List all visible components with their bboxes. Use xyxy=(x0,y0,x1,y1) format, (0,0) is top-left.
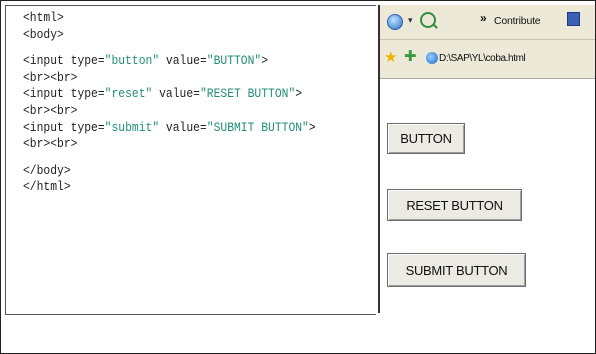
code-line: <input type="reset" value="RESET BUTTON"… xyxy=(23,86,316,103)
code-tag-end: > xyxy=(295,86,303,102)
code-attr-value: "SUBMIT BUTTON" xyxy=(206,119,309,135)
code-tag: <input type= xyxy=(23,86,105,102)
code-line: <br><br> xyxy=(23,136,316,153)
browser-toolbar: ▾ » Contribute xyxy=(380,5,595,40)
code-line: </html> xyxy=(23,179,316,196)
contribute-button[interactable]: Contribute xyxy=(494,15,541,27)
more-chevrons-icon[interactable]: » xyxy=(480,11,487,25)
code-line: <br><br> xyxy=(23,70,316,87)
code-line: <br><br> xyxy=(23,103,316,120)
screenshot-frame: <html> <body> <input type="button" value="… xyxy=(0,0,596,354)
code-text: <html> xyxy=(23,10,64,25)
code-tag-end: > xyxy=(261,53,269,69)
code-text: </html> xyxy=(23,179,71,195)
contribute-icon[interactable] xyxy=(567,12,580,26)
button-button[interactable]: BUTTON xyxy=(387,123,465,154)
code-line: </body> xyxy=(23,163,316,180)
code-text: </body> xyxy=(23,162,71,178)
code-attr: value= xyxy=(159,53,207,69)
code-attr: value= xyxy=(152,86,200,102)
code-line: <input type="submit" value="SUBMIT BUTTO… xyxy=(23,120,316,137)
code-attr-value: "RESET BUTTON" xyxy=(199,86,296,102)
code-tag: <input type= xyxy=(23,119,105,135)
dropdown-arrow-icon[interactable]: ▾ xyxy=(408,15,413,26)
back-icon[interactable] xyxy=(387,14,403,30)
code-text: <body> xyxy=(23,26,64,42)
code-listing: <html> <body> <input type="button" value="… xyxy=(23,10,316,196)
code-attr-value: "button" xyxy=(104,53,160,69)
code-tag-end: > xyxy=(308,119,316,135)
code-line: <body> xyxy=(23,27,316,44)
address-field[interactable]: D:\SAP\YL\coba.html xyxy=(439,53,526,64)
code-line: <html> xyxy=(23,10,316,27)
code-line: <input type="button" value="BUTTON"> xyxy=(23,53,316,70)
search-icon[interactable] xyxy=(420,12,436,28)
code-text: <br><br> xyxy=(23,69,78,85)
code-editor-pane: <html> <body> <input type="button" value="… xyxy=(5,5,376,315)
code-attr-value: "BUTTON" xyxy=(206,53,262,69)
code-tag: <input type= xyxy=(23,53,105,69)
code-text: <br><br> xyxy=(23,102,78,118)
reset-button[interactable]: RESET BUTTON xyxy=(387,189,522,221)
favorites-star-icon[interactable]: ★ xyxy=(384,50,397,65)
browser-preview-pane: ▾ » Contribute ★ ✚ D:\SAP\YL\coba.html B… xyxy=(378,5,595,313)
add-favorite-icon[interactable]: ✚ xyxy=(404,49,417,64)
submit-button[interactable]: SUBMIT BUTTON xyxy=(387,253,526,287)
ie-page-icon xyxy=(426,52,438,64)
code-text: <br><br> xyxy=(23,136,78,152)
code-attr-value: "submit" xyxy=(104,119,160,135)
code-attr: value= xyxy=(159,119,207,135)
address-bar: ★ ✚ D:\SAP\YL\coba.html xyxy=(380,40,595,79)
code-attr-value: "reset" xyxy=(104,86,153,102)
